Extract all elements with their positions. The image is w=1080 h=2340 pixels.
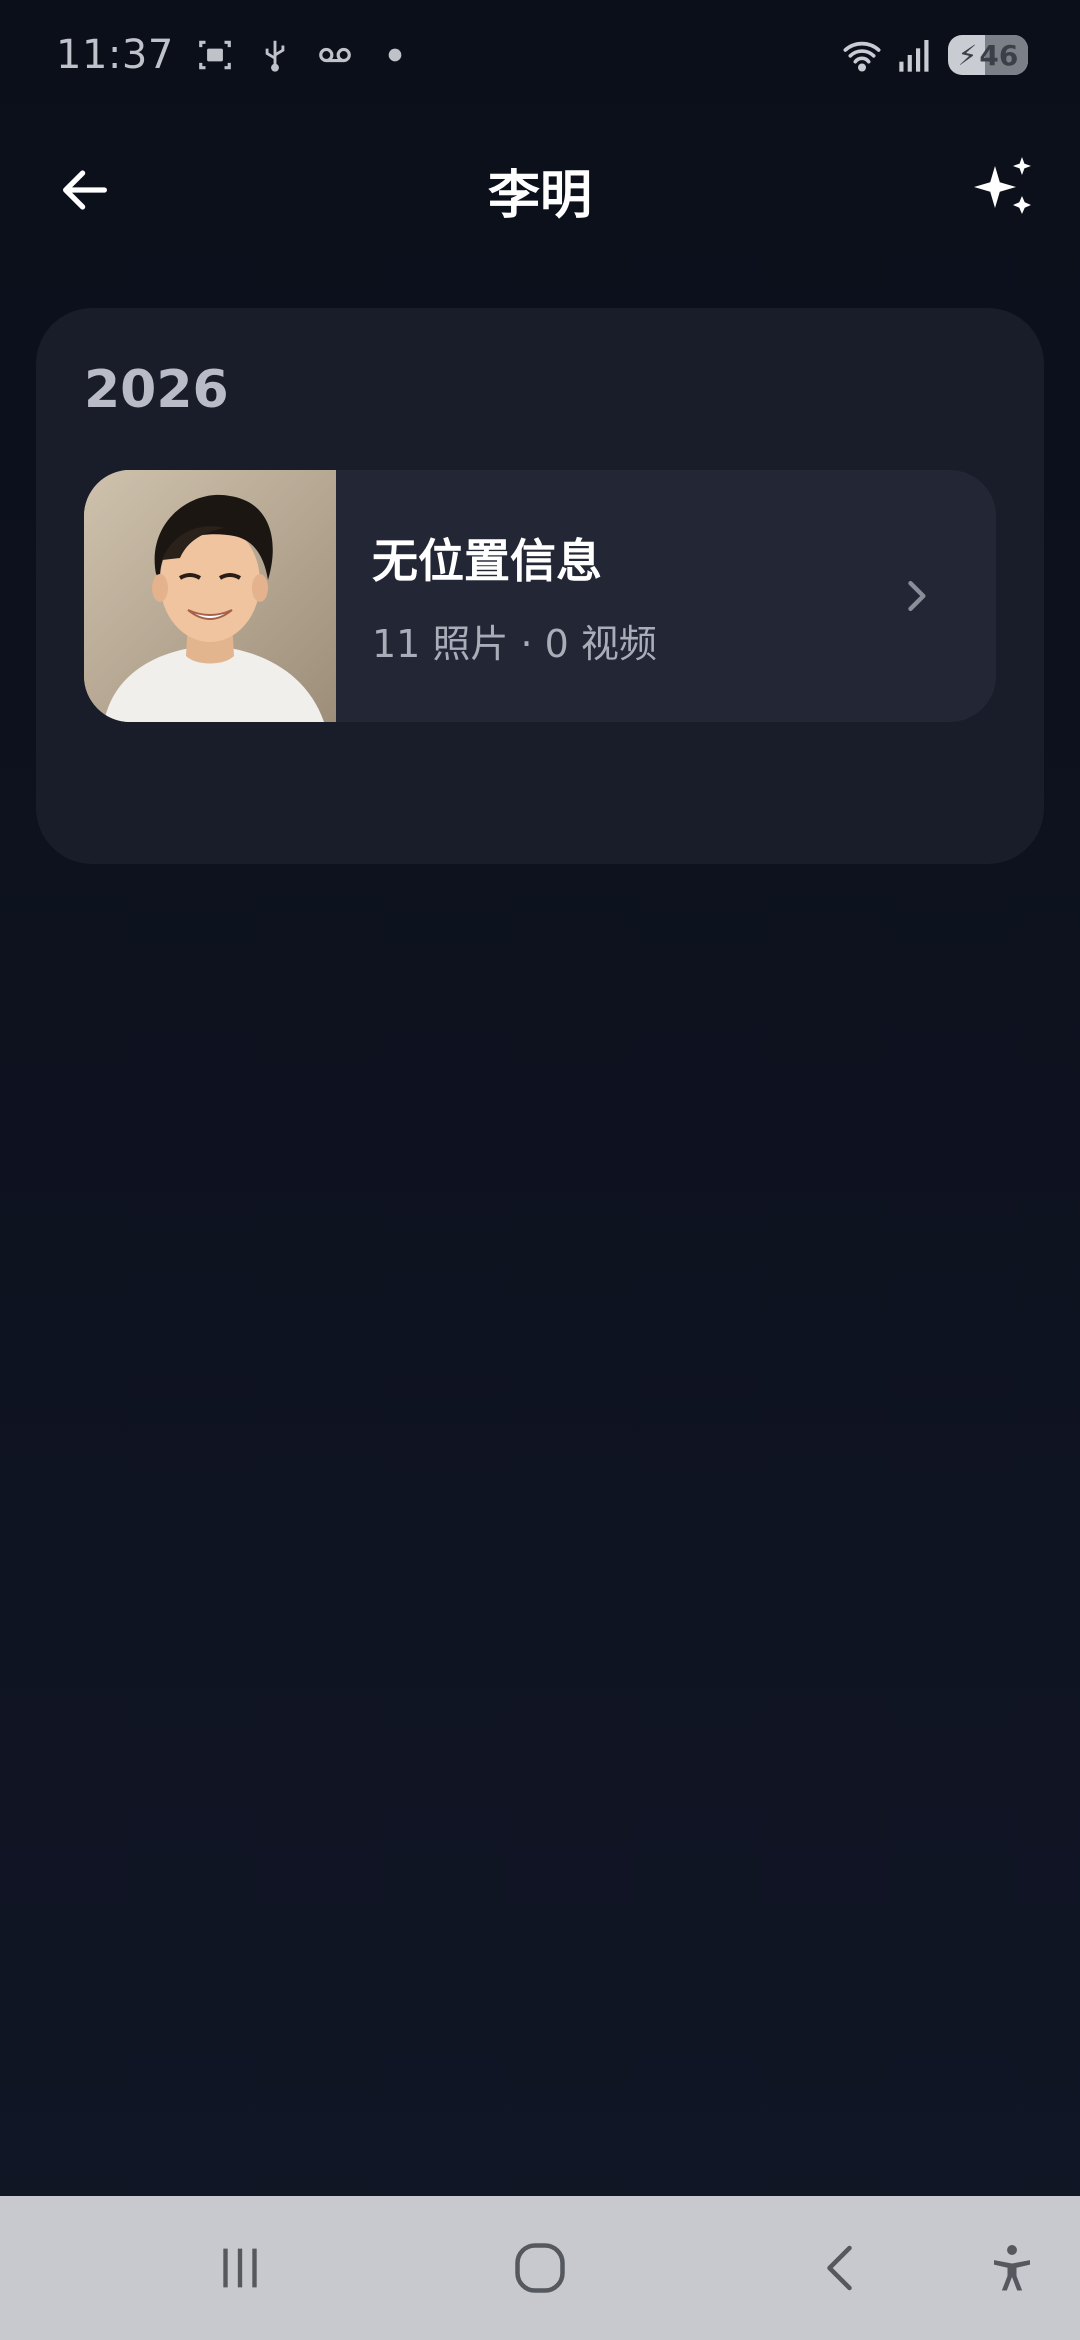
row-text: 无位置信息 11 照片 · 0 视频 (336, 525, 886, 668)
back-icon (827, 2245, 852, 2291)
app-bar: 李明 (0, 135, 1080, 245)
screen: 11:37 ⚡ 46 李明 2026 无位置信息 11 照片 · 0 视频 (0, 0, 1080, 2340)
wifi-icon (840, 35, 884, 75)
year-label: 2026 (84, 360, 229, 420)
screenshot-icon (196, 36, 234, 74)
status-bar: 11:37 ⚡ 46 (0, 0, 1080, 110)
system-nav-bar (0, 2196, 1080, 2340)
accessibility-icon (994, 2245, 1030, 2291)
nav-back-button[interactable] (806, 2232, 878, 2304)
location-title: 无位置信息 (372, 533, 602, 588)
person-photo-thumbnail (84, 470, 336, 722)
recent-apps-button[interactable] (204, 2232, 276, 2304)
arrow-left-icon (63, 170, 107, 210)
page-title: 李明 (487, 165, 592, 226)
home-button[interactable] (504, 2232, 576, 2304)
accessibility-button[interactable] (976, 2232, 1048, 2304)
status-left: 11:37 (56, 32, 414, 78)
dot-icon (376, 36, 414, 74)
signal-icon (896, 35, 936, 75)
sparkles-icon (974, 157, 1031, 214)
location-group-row[interactable]: 无位置信息 11 照片 · 0 视频 (84, 470, 996, 722)
usb-icon (256, 36, 294, 74)
battery-indicator: ⚡ 46 (948, 35, 1028, 75)
status-right: ⚡ 46 (840, 35, 1028, 75)
voicemail-icon (316, 36, 354, 74)
back-button[interactable] (50, 155, 120, 225)
ai-sparkle-button[interactable] (962, 148, 1046, 232)
home-icon (515, 2243, 565, 2293)
status-time: 11:37 (56, 32, 174, 78)
person-photo (84, 470, 336, 722)
recent-apps-icon (223, 2248, 257, 2288)
charging-icon: ⚡ (957, 38, 978, 72)
chevron-right-icon (886, 566, 946, 626)
battery-level: 46 (979, 38, 1019, 72)
media-count: 11 照片 · 0 视频 (372, 621, 657, 666)
year-card: 2026 无位置信息 11 照片 · 0 视频 (36, 308, 1044, 864)
